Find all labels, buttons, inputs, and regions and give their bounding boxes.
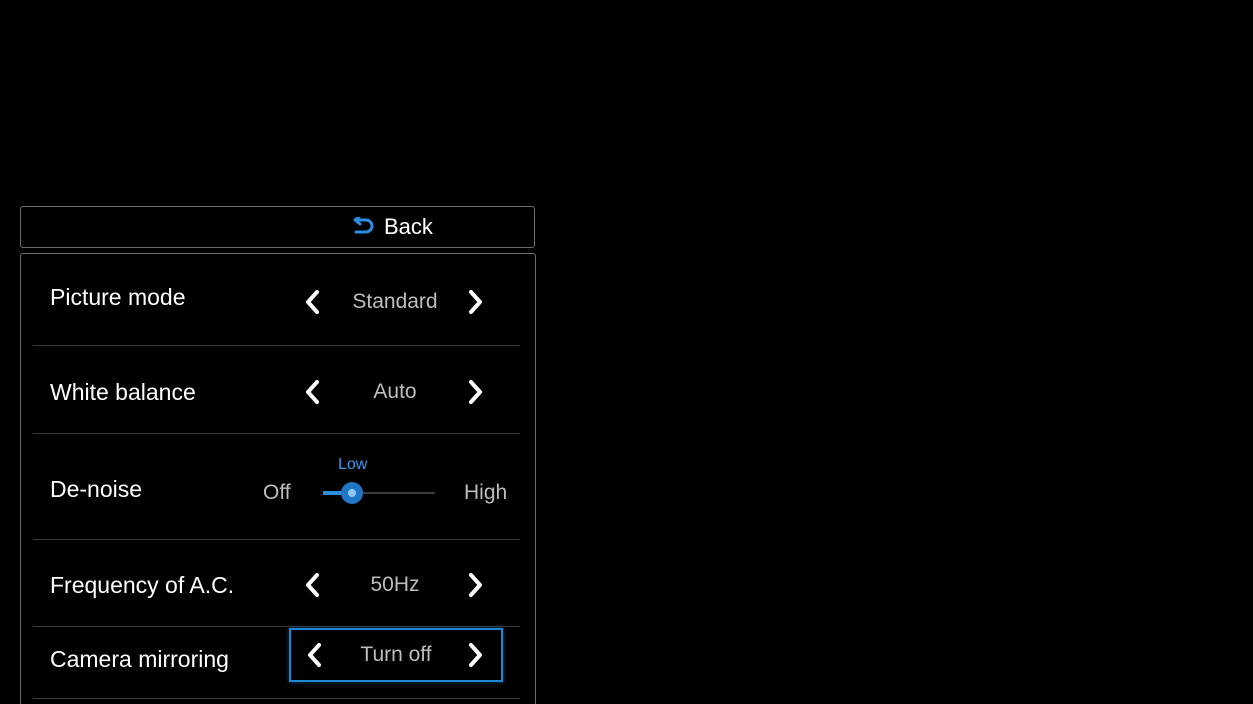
screen: Back Picture mode Standard White balance [0, 0, 1253, 704]
camera-settings-panel: Picture mode Standard White balance Auto [20, 253, 536, 704]
back-button[interactable]: Back [20, 206, 535, 248]
chevron-left-icon[interactable] [299, 377, 325, 407]
picture-mode-label: Picture mode [50, 284, 186, 310]
setting-row-de-noise: De-noise Low Off High [33, 434, 520, 540]
chevron-left-icon[interactable] [299, 570, 325, 600]
frequency-ac-value: 50Hz [370, 573, 420, 596]
white-balance-label: White balance [50, 379, 196, 405]
setting-row-white-balance: White balance Auto [33, 346, 520, 434]
camera-mirroring-selector[interactable]: Turn off [289, 628, 503, 682]
camera-mirroring-label: Camera mirroring [50, 646, 229, 672]
de-noise-level-label: Low [337, 456, 368, 473]
de-noise-label: De-noise [50, 476, 143, 502]
chevron-left-icon[interactable] [299, 287, 325, 317]
de-noise-thumb[interactable] [340, 482, 363, 504]
picture-mode-selector[interactable]: Standard [289, 280, 501, 324]
back-label: Back [384, 214, 433, 239]
chevron-right-icon[interactable] [463, 640, 489, 670]
de-noise-max-label: High [464, 481, 508, 504]
chevron-left-icon[interactable] [301, 640, 327, 670]
de-noise-min-label: Off [263, 481, 291, 504]
back-arrow-icon [352, 217, 374, 237]
white-balance-selector[interactable]: Auto [289, 370, 501, 414]
camera-mirroring-value: Turn off [360, 643, 432, 666]
de-noise-slider[interactable]: Low Off High [263, 434, 523, 534]
de-noise-track[interactable] [323, 491, 435, 495]
frequency-ac-label: Frequency of A.C. [50, 572, 235, 598]
setting-row-camera-mirroring: Camera mirroring Turn off [33, 627, 520, 699]
picture-mode-value: Standard [352, 290, 438, 313]
chevron-right-icon[interactable] [463, 377, 489, 407]
frequency-ac-selector[interactable]: 50Hz [289, 563, 501, 607]
setting-row-picture-mode: Picture mode Standard [33, 254, 520, 346]
chevron-right-icon[interactable] [463, 570, 489, 600]
chevron-right-icon[interactable] [463, 287, 489, 317]
white-balance-value: Auto [373, 380, 417, 403]
setting-row-frequency-ac: Frequency of A.C. 50Hz [33, 540, 520, 627]
